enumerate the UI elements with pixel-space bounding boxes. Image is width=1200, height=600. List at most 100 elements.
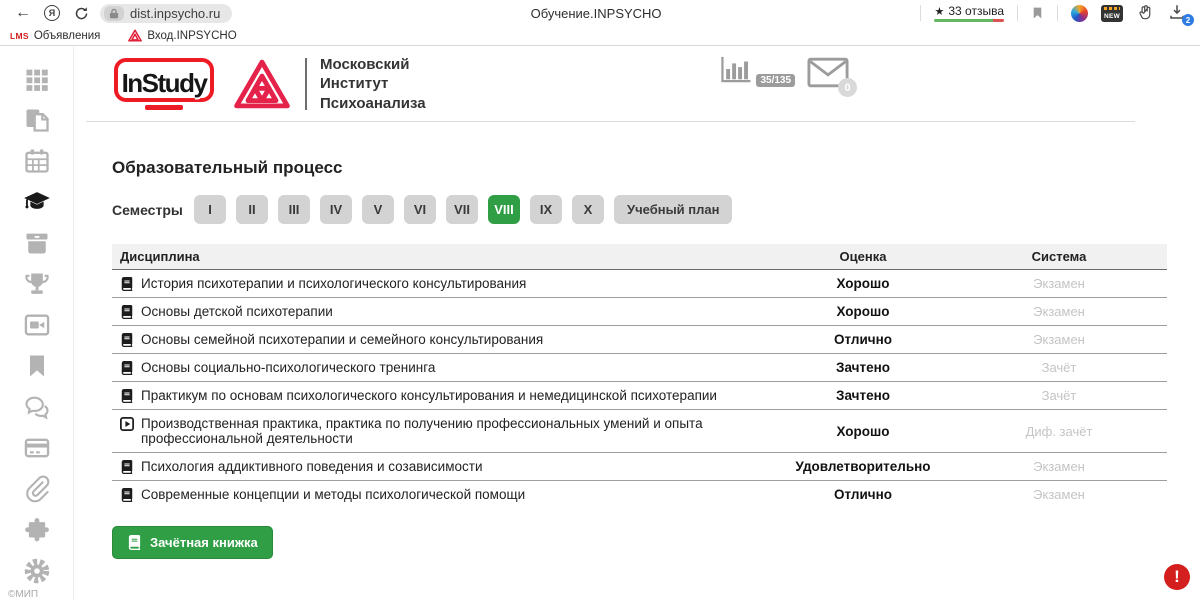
copyright-label: ©МИП [8,589,38,600]
table-row[interactable]: Основы социально-психологического тренин… [112,354,1167,382]
bookmark-icon[interactable] [23,352,51,380]
lock-icon [104,6,124,21]
tab-semester-3[interactable]: III [278,195,310,224]
mip-favicon [128,29,142,42]
institute-name: Московский Институт Психоанализа [320,55,426,112]
tab-study-plan[interactable]: Учебный план [614,195,732,224]
attachment-icon[interactable] [23,475,51,503]
grade-value: Зачтено [767,388,959,403]
table-row[interactable]: Основы детской психотерапии Хорошо Экзам… [112,298,1167,326]
extension-hand-icon[interactable] [1136,4,1155,22]
book-icon [120,305,134,319]
back-icon[interactable]: ← [10,3,36,23]
address-bar[interactable]: dist.inpsycho.ru [100,4,232,23]
tab-semester-10[interactable]: X [572,195,604,224]
tab-semester-8[interactable]: VIII [488,195,520,224]
discipline-name: Основы детской психотерапии [141,304,333,319]
logo-divider [305,58,307,110]
divider [920,5,921,21]
book-icon [120,361,134,375]
chat-icon[interactable] [23,393,51,421]
rating-bar [934,19,1004,22]
table-header: Дисциплина Оценка Система [112,244,1167,270]
discipline-name: Практикум по основам психологического ко… [141,388,717,403]
header-divider [86,121,1135,122]
discipline-name: Психология аддиктивного поведения и соза… [141,459,482,474]
tab-semester-4[interactable]: IV [320,195,352,224]
tab-semester-7[interactable]: VII [446,195,478,224]
grades-table: Дисциплина Оценка Система История психот… [112,244,1167,508]
play-icon [120,417,134,431]
tab-semester-9[interactable]: IX [530,195,562,224]
stats-badge: 35/135 [756,74,795,87]
education-icon[interactable] [23,188,51,216]
trophy-icon[interactable] [23,270,51,298]
book-icon [120,488,134,502]
grade-value: Хорошо [767,276,959,291]
book-icon [120,277,134,291]
documents-icon[interactable] [23,106,51,134]
system-value: Диф. зачёт [959,424,1159,439]
bookmarks-bar: LMS Объявления Вход.INPSYCHO [0,26,1200,45]
table-row[interactable]: Производственная практика, практика по п… [112,410,1167,453]
book-icon [120,389,134,403]
site-reviews-button[interactable]: ★ 33 отзыва [934,4,1004,22]
bookmark-label: Вход.INPSYCHO [147,30,236,42]
col-discipline: Дисциплина [120,249,767,264]
gradebook-button[interactable]: Зачётная книжка [112,526,273,559]
gradebook-button-label: Зачётная книжка [150,535,258,550]
extension-color-circle-icon[interactable] [1071,5,1088,22]
bar-chart-icon [719,55,752,83]
instudy-stand [145,105,183,110]
card-icon[interactable] [23,434,51,462]
extension-new-icon[interactable]: NEW [1101,5,1123,22]
table-row[interactable]: История психотерапии и психологического … [112,270,1167,298]
progress-stats-button[interactable]: 35/135 [719,55,795,88]
book-icon [120,333,134,347]
discipline-name: Основы семейной психотерапии и семейного… [141,332,543,347]
mip-logo-icon[interactable] [234,59,290,109]
puzzle-icon[interactable] [23,516,51,544]
apps-grid-icon[interactable] [23,65,51,93]
book-icon [120,460,134,474]
yandex-browser-icon[interactable]: Я [44,5,60,21]
table-row[interactable]: Практикум по основам психологического ко… [112,382,1167,410]
discipline-name: Основы социально-психологического тренин… [141,360,435,375]
tab-semester-6[interactable]: VI [404,195,436,224]
calendar-icon[interactable] [23,147,51,175]
table-row[interactable]: Современные концепции и методы психологи… [112,481,1167,508]
tab-title: Обучение.INPSYCHO [531,6,662,21]
table-row[interactable]: Психология аддиктивного поведения и соза… [112,453,1167,481]
discipline-name: Современные концепции и методы психологи… [141,487,525,502]
table-row[interactable]: Основы семейной психотерапии и семейного… [112,326,1167,354]
browser-chrome: ← Я dist.inpsycho.ru Обучение.INPSYCHO ★… [0,0,1200,46]
main-content: InStudy Московский Институт Психоанализа [74,47,1200,600]
bookmark-item-login[interactable]: Вход.INPSYCHO [128,29,236,42]
refresh-icon[interactable] [68,3,94,23]
bookmark-item-announcements[interactable]: LMS Объявления [10,30,100,42]
messages-button[interactable]: 0 [807,57,849,93]
settings-icon[interactable] [23,557,51,585]
page-title: Образовательный процесс [112,158,1200,178]
grade-value: Хорошо [767,424,959,439]
col-grade: Оценка [767,249,959,264]
bookmark-flag-icon[interactable] [1031,5,1044,21]
alert-notification-icon[interactable]: ! [1164,564,1190,590]
system-value: Экзамен [959,487,1159,502]
grade-value: Зачтено [767,360,959,375]
semester-switcher: Семестры I II III IV V VI VII VIII IX X … [112,195,1200,224]
discipline-name: Производственная практика, практика по п… [141,416,737,446]
video-icon[interactable] [23,311,51,339]
tab-semester-5[interactable]: V [362,195,394,224]
archive-box-icon[interactable] [23,229,51,257]
new-label: NEW [1104,13,1120,22]
book-icon [127,535,142,550]
divider [1017,5,1018,21]
downloads-icon[interactable]: 2 [1168,3,1190,23]
semesters-label: Семестры [112,202,194,218]
tab-semester-1[interactable]: I [194,195,226,224]
system-value: Зачёт [959,360,1159,375]
instudy-logo[interactable]: InStudy [112,56,216,112]
tab-semester-2[interactable]: II [236,195,268,224]
system-value: Экзамен [959,459,1159,474]
